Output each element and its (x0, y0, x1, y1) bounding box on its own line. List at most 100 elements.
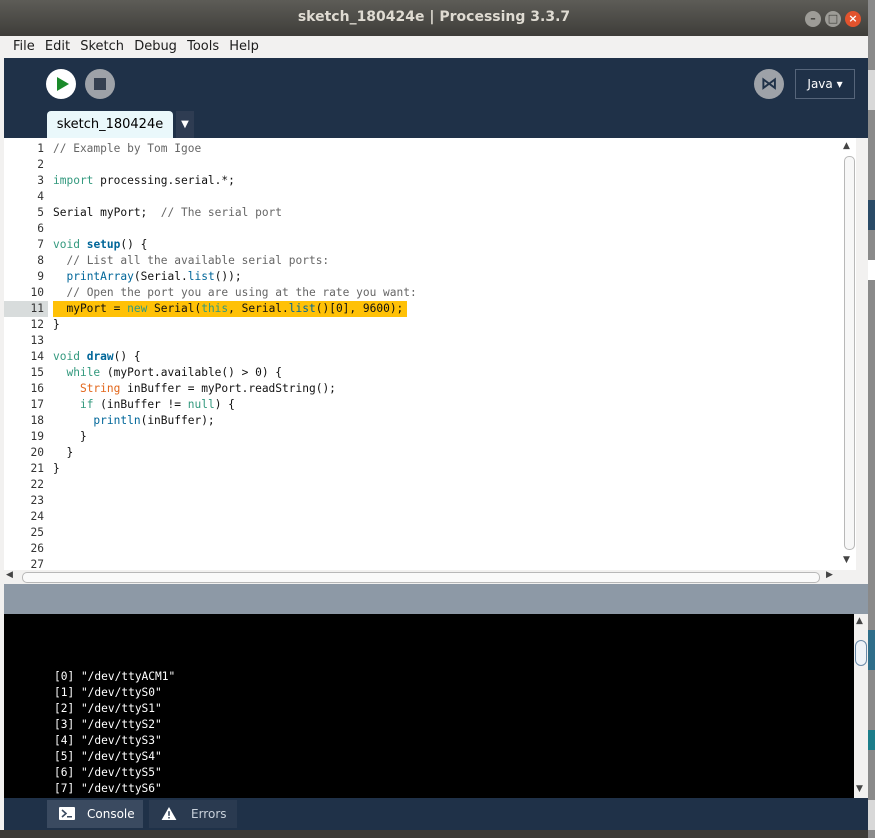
scroll-up-icon[interactable]: ▲ (856, 616, 863, 626)
code-text[interactable]: String inBuffer = myPort.readString(); (53, 381, 336, 397)
line-number: 7 (37, 238, 44, 251)
errors-tab[interactable]: Errors (149, 800, 237, 828)
code-text[interactable]: } (53, 317, 60, 333)
code-line: 4 (4, 189, 842, 205)
close-button[interactable]: × (845, 11, 861, 27)
code-text[interactable]: import processing.serial.*; (53, 173, 235, 189)
console-line: [1] "/dev/ttyS0" (54, 686, 162, 699)
code-editor[interactable]: 1 // Example by Tom Igoe 2 3 import proces… (4, 138, 856, 573)
line-number: 5 (37, 206, 44, 219)
code-text[interactable]: println(inBuffer); (53, 413, 214, 429)
console-output[interactable]: [0] "/dev/ttyACM1" [1] "/dev/ttyS0" [2] "/… (4, 614, 854, 798)
scroll-down-icon[interactable]: ▼ (856, 784, 863, 794)
warning-icon (161, 807, 177, 820)
line-number: 26 (30, 542, 44, 555)
scroll-right-icon[interactable]: ▶ (826, 570, 833, 580)
line-number: 23 (30, 494, 44, 507)
console-scroll-thumb[interactable] (855, 640, 867, 666)
code-line: 1 // Example by Tom Igoe (4, 141, 842, 157)
code-text[interactable]: void setup() { (53, 237, 147, 253)
code-line: 19 } (4, 429, 842, 445)
menu-bar: File Edit Sketch Debug Tools Help (0, 36, 868, 58)
console-scrollbar[interactable]: ▲ ▼ (854, 614, 868, 798)
code-text[interactable]: } (53, 445, 73, 461)
console-line: [4] "/dev/ttyS3" (54, 734, 162, 747)
scroll-down-icon[interactable]: ▼ (843, 555, 850, 565)
menu-sketch[interactable]: Sketch (77, 36, 127, 54)
console-line: [2] "/dev/ttyS1" (54, 702, 162, 715)
tab-sketch[interactable]: sketch_180424e (47, 111, 173, 138)
scroll-left-icon[interactable]: ◀ (6, 570, 13, 580)
code-text[interactable]: Serial myPort; // The serial port (53, 205, 282, 221)
code-line: 8 // List all the available serial ports… (4, 253, 842, 269)
debugger-button[interactable]: ⋈ (754, 69, 784, 99)
run-button[interactable] (46, 69, 76, 99)
code-text[interactable]: // Example by Tom Igoe (53, 141, 201, 157)
console-line: [6] "/dev/ttyS5" (54, 766, 162, 779)
mode-selector[interactable]: Java ▾ (795, 69, 855, 99)
maximize-button[interactable]: □ (825, 11, 841, 27)
code-line: 7 void setup() { (4, 237, 842, 253)
code-text[interactable]: } (53, 461, 60, 477)
stop-icon (94, 78, 106, 90)
menu-help[interactable]: Help (226, 36, 262, 54)
code-text[interactable]: // Open the port you are using at the ra… (53, 285, 416, 301)
title-bar[interactable]: sketch_180424e | Processing 3.3.7 – □ × (0, 0, 868, 36)
code-line: 18 println(inBuffer); (4, 413, 842, 429)
console-line: [0] "/dev/ttyACM1" (54, 670, 176, 683)
code-lines[interactable]: 1 // Example by Tom Igoe 2 3 import proces… (4, 141, 842, 573)
code-line: 23 (4, 493, 842, 509)
code-text[interactable]: } (53, 429, 87, 445)
console-tab[interactable]: Console (47, 800, 143, 828)
line-number: 6 (37, 222, 44, 235)
line-number: 24 (30, 510, 44, 523)
line-number: 1 (37, 142, 44, 155)
line-number: 22 (30, 478, 44, 491)
console-tab-label: Console (87, 807, 135, 821)
code-text[interactable]: if (inBuffer != null) { (53, 397, 235, 413)
code-line: 17 if (inBuffer != null) { (4, 397, 842, 413)
line-number: 3 (37, 174, 44, 187)
editor-horizontal-scrollbar[interactable]: ◀ ▶ (4, 570, 856, 584)
menu-debug[interactable]: Debug (131, 36, 180, 54)
scroll-up-icon[interactable]: ▲ (843, 141, 850, 151)
editor-hscroll-thumb[interactable] (22, 572, 820, 583)
play-icon (57, 77, 69, 91)
line-number: 16 (30, 382, 44, 395)
code-line: 22 (4, 477, 842, 493)
line-number: 25 (30, 526, 44, 539)
line-number: 9 (37, 270, 44, 283)
line-number: 20 (30, 446, 44, 459)
code-line: 24 (4, 509, 842, 525)
line-number: 17 (30, 398, 44, 411)
menu-file[interactable]: File (10, 36, 38, 54)
code-text[interactable]: printArray(Serial.list()); (53, 269, 241, 285)
message-area[interactable] (4, 584, 868, 614)
code-line: 12} (4, 317, 842, 333)
menu-edit[interactable]: Edit (42, 36, 73, 54)
editor-scroll-thumb[interactable] (844, 156, 855, 550)
code-line: 13 (4, 333, 842, 349)
line-number: 11 (4, 301, 48, 317)
code-text[interactable]: while (myPort.available() > 0) { (53, 365, 282, 381)
stop-button[interactable] (85, 69, 115, 99)
menu-tools[interactable]: Tools (184, 36, 222, 54)
console-line: [5] "/dev/ttyS4" (54, 750, 162, 763)
line-number: 21 (30, 462, 44, 475)
code-text[interactable]: myPort = new Serial(this, Serial.list()[… (53, 301, 408, 317)
console-line: [7] "/dev/ttyS6" (54, 782, 162, 795)
code-line: 2 (4, 157, 842, 173)
line-number: 2 (37, 158, 44, 171)
code-line: 26 (4, 541, 842, 557)
line-number: 14 (30, 350, 44, 363)
errors-tab-label: Errors (191, 807, 227, 821)
code-text[interactable]: // List all the available serial ports: (53, 253, 329, 269)
code-text[interactable]: void draw() { (53, 349, 141, 365)
tab-menu-button[interactable]: ▼ (176, 111, 194, 138)
processing-window: sketch_180424e | Processing 3.3.7 – □ × … (0, 0, 868, 830)
code-line: 21} (4, 461, 842, 477)
line-number: 12 (30, 318, 44, 331)
minimize-button[interactable]: – (805, 11, 821, 27)
editor-vertical-scrollbar[interactable]: ▲ ▼ (842, 138, 856, 570)
background-window-edge (868, 0, 875, 838)
